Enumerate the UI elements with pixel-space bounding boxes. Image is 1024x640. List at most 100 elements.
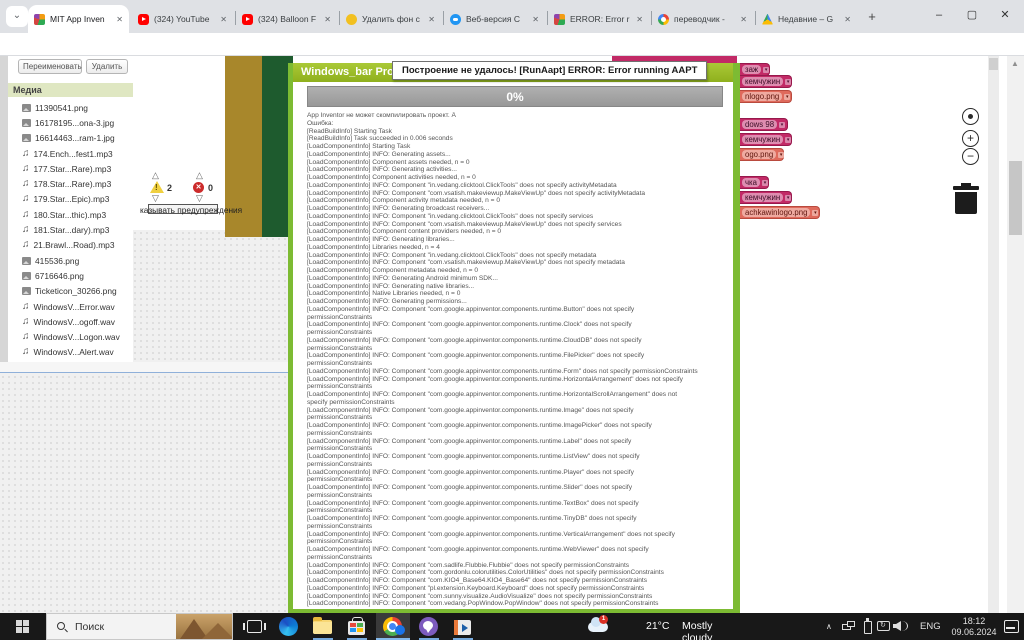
log-line: [LoadComponentInfo] Component activity m… — [307, 197, 731, 205]
browser-scrollbar[interactable]: ▲ — [1007, 56, 1024, 613]
block-dropdown-icon[interactable]: ▾ — [785, 79, 791, 85]
block-dropdown-icon[interactable]: ▾ — [785, 195, 791, 201]
block-light[interactable]: ogo.png▾ — [740, 148, 784, 161]
log-line: [LoadComponentInfo] INFO: Component "com… — [307, 577, 731, 585]
media-file-item[interactable]: 6716646.png — [22, 268, 133, 283]
warning-up-arrow[interactable]: △ — [152, 171, 159, 179]
taskbar-chrome[interactable] — [376, 613, 410, 640]
media-file-item[interactable]: ♫180.Star...thic).mp3 — [22, 207, 133, 222]
audio-file-icon: ♫ — [22, 194, 30, 204]
rename-button[interactable]: Переименовать — [18, 59, 82, 74]
media-file-item[interactable]: 16178195...ona-3.jpg — [22, 115, 133, 130]
tab-6[interactable]: ERROR: Error r✕ — [548, 5, 649, 33]
media-file-item[interactable]: 16614463...ram-1.jpg — [22, 131, 133, 146]
tab-5[interactable]: Веб-версия C✕ — [444, 5, 545, 33]
media-file-item[interactable]: ♫178.Star...Rare).mp3 — [22, 176, 133, 191]
log-line: [LoadComponentInfo] INFO: Component "in.… — [307, 213, 731, 221]
search-placeholder: Поиск — [75, 621, 104, 633]
taskbar-search-input[interactable]: Поиск — [46, 613, 233, 640]
block-light[interactable]: achkawinlogo.png▾ — [740, 206, 820, 219]
window-restore-button[interactable]: ▢ — [958, 2, 986, 28]
block-dark[interactable]: чка▾ — [740, 176, 769, 189]
media-file-item[interactable]: ♫WindowsV...Error.wav — [22, 299, 133, 314]
log-line: [LoadComponentInfo] Native Libraries nee… — [307, 290, 731, 298]
show-warnings-label[interactable]: казывать предупреждения — [140, 205, 242, 215]
zoom-in-icon[interactable]: + — [962, 130, 979, 147]
progress-dialog: Windows_bar Progress Bar 0% App Inventor… — [288, 63, 740, 613]
block-dark[interactable]: кемчужин▾ — [740, 133, 792, 146]
block-dropdown-icon[interactable]: ▾ — [812, 210, 818, 216]
tab-2[interactable]: (324) YouTube✕ — [132, 5, 233, 33]
trash-can-icon[interactable] — [953, 183, 979, 215]
media-file-item[interactable]: ♫WindowsV...ogoff.wav — [22, 314, 133, 329]
tab-title: MIT App Inven — [50, 14, 111, 24]
tab-close-icon[interactable]: ✕ — [428, 15, 435, 24]
tab-3[interactable]: (324) Balloon F✕ — [236, 5, 337, 33]
hidden-icons-chevron[interactable]: ∧ — [826, 613, 832, 640]
media-section-header[interactable]: Медиа — [8, 83, 133, 97]
tab-close-icon[interactable]: ✕ — [844, 15, 851, 24]
media-file-item[interactable]: ♫WindowsV...Logon.wav — [22, 329, 133, 344]
tab-close-icon[interactable]: ✕ — [636, 15, 643, 24]
taskbar-movies-tv[interactable] — [446, 613, 480, 640]
block-dropdown-icon[interactable]: ▾ — [763, 67, 769, 73]
tab-close-icon[interactable]: ✕ — [324, 15, 331, 24]
block-dark[interactable]: dows 98▾ — [740, 118, 788, 131]
audio-file-icon: ♫ — [22, 302, 30, 312]
search-highlight-image[interactable] — [176, 614, 232, 639]
block-dropdown-icon[interactable]: ▾ — [784, 94, 790, 100]
start-button[interactable] — [0, 613, 46, 640]
block-dropdown-icon[interactable]: ▾ — [779, 122, 785, 128]
chrome-profile-badge — [395, 625, 405, 635]
taskbar-microsoft-store[interactable] — [340, 613, 374, 640]
new-tab-button[interactable]: + — [862, 7, 882, 27]
tab-4[interactable]: Удалить фон с✕ — [340, 5, 441, 33]
tab-8[interactable]: Недавние – G✕ — [756, 5, 857, 33]
file-explorer-icon — [313, 620, 332, 634]
center-blocks-icon[interactable] — [962, 108, 979, 125]
window-minimize-button[interactable]: – — [925, 2, 953, 28]
block-dropdown-icon[interactable]: ▾ — [778, 152, 784, 158]
block-dropdown-icon[interactable]: ▾ — [785, 137, 791, 143]
language-indicator[interactable]: ENG — [920, 613, 941, 640]
scrollbar-thumb[interactable] — [1009, 161, 1022, 235]
taskbar-edge[interactable] — [272, 613, 306, 640]
tab-close-icon[interactable]: ✕ — [116, 15, 123, 24]
taskbar-clock[interactable]: 18:12 09.06.2024 — [948, 613, 1000, 640]
zoom-out-icon[interactable]: − — [962, 148, 979, 165]
taskbar-file-explorer[interactable] — [306, 613, 340, 640]
workspace-scrollbar[interactable] — [988, 56, 999, 613]
yt-favicon — [138, 14, 149, 25]
block-dark[interactable]: кемчужин▾ — [740, 191, 792, 204]
tab-close-icon[interactable]: ✕ — [532, 15, 539, 24]
media-file-item[interactable]: ♫179.Star...Epic).mp3 — [22, 192, 133, 207]
taskbar-task-view[interactable] — [238, 613, 272, 640]
audio-file-icon: ♫ — [22, 210, 30, 220]
media-file-item[interactable]: 11390541.png — [22, 100, 133, 115]
media-file-item[interactable]: ♫WindowsV...Alert.wav — [22, 345, 133, 360]
tab-1[interactable]: MIT App Inven ✕ — [28, 5, 129, 33]
block-dropdown-icon[interactable]: ▾ — [762, 180, 768, 186]
error-down-arrow[interactable]: ▽ — [196, 194, 203, 202]
media-file-item[interactable]: Ticketicon_30266.png — [22, 284, 133, 299]
media-file-item[interactable]: ♫21.Brawl...Road).mp3 — [22, 238, 133, 253]
log-line: [LoadComponentInfo] INFO: Component "in.… — [307, 182, 731, 190]
taskbar-viber[interactable] — [412, 613, 446, 640]
tab-7[interactable]: переводчик -✕ — [652, 5, 753, 33]
delete-button[interactable]: Удалить — [86, 59, 128, 74]
scroll-up-arrow[interactable]: ▲ — [1011, 59, 1019, 68]
block-dark[interactable]: кемчужин▾ — [740, 75, 792, 88]
media-file-item[interactable]: ♫181.Star...dary).mp3 — [22, 222, 133, 237]
error-up-arrow[interactable]: △ — [196, 171, 203, 179]
window-close-button[interactable]: ✕ — [991, 2, 1019, 28]
warning-down-arrow[interactable]: ▽ — [152, 194, 159, 202]
media-file-item[interactable]: ♫177.Star...Rare).mp3 — [22, 161, 133, 176]
block-label: заж — [742, 65, 761, 74]
block-light[interactable]: nlogo.png▾ — [740, 90, 792, 103]
media-file-item[interactable]: 415536.png — [22, 253, 133, 268]
media-file-item[interactable]: ♫174.Ench...fest1.mp3 — [22, 146, 133, 161]
audio-file-icon: ♫ — [22, 332, 30, 342]
tab-close-icon[interactable]: ✕ — [740, 15, 747, 24]
tab-close-icon[interactable]: ✕ — [220, 15, 227, 24]
tab-search-button[interactable]: ⌄ — [6, 6, 28, 27]
